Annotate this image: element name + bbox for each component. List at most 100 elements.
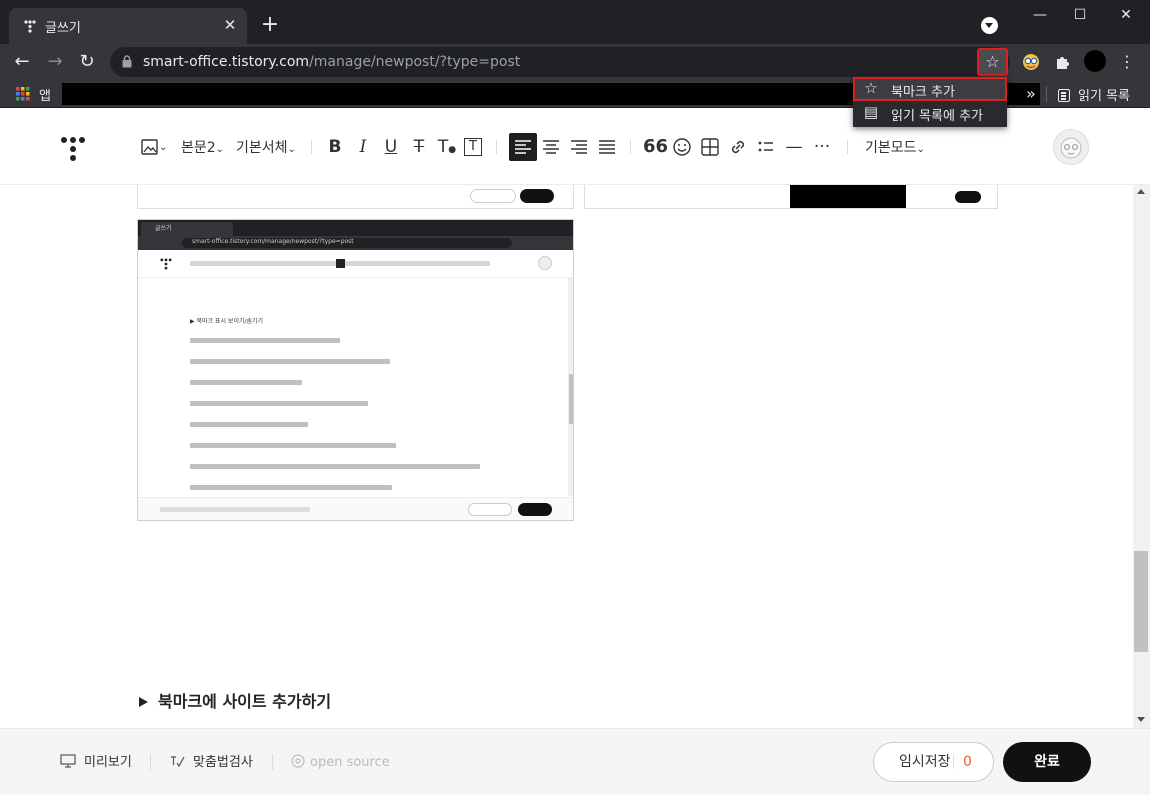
bookmarks-overflow-icon[interactable]: » <box>1026 84 1036 103</box>
user-avatar[interactable] <box>1053 129 1089 165</box>
mini-scrollbar <box>568 278 573 496</box>
mini-toolbar: smart-office.tistory.com/manage/newpost/… <box>138 236 573 250</box>
maximize-button[interactable]: ☐ <box>1065 4 1095 26</box>
embedded-screenshot[interactable]: 글쓰기 smart-office.tistory.com/manage/newp… <box>137 219 574 521</box>
bottom-divider <box>150 754 151 770</box>
toolbar-divider <box>311 140 312 154</box>
url-path: /manage/newpost/?type=post <box>309 54 521 70</box>
mini-bottom-links <box>160 507 310 512</box>
scroll-thumb[interactable] <box>1134 551 1148 652</box>
spellcheck-icon <box>171 756 185 768</box>
new-tab-button[interactable]: + <box>258 14 282 38</box>
extensions-puzzle-icon[interactable] <box>1053 52 1073 72</box>
add-to-reading-list-label: 읽기 목록에 추가 <box>891 109 983 124</box>
publish-button[interactable]: 완료 <box>1003 742 1091 782</box>
mini-align-active <box>336 259 345 268</box>
align-justify-icon[interactable] <box>596 136 618 158</box>
tab-close-icon[interactable]: ✕ <box>221 16 239 34</box>
tab-search-icon[interactable] <box>981 17 998 34</box>
underline-icon[interactable]: U <box>380 136 402 158</box>
italic-icon[interactable]: I <box>352 136 374 158</box>
add-to-reading-list-item[interactable]: ▤ 읽기 목록에 추가 <box>853 101 1007 125</box>
font-family-label: 기본서체 <box>236 140 288 156</box>
close-window-button[interactable]: ✕ <box>1111 4 1141 26</box>
mini-text-line <box>190 422 308 427</box>
avatar-face-icon <box>1060 137 1082 159</box>
scroll-down-icon[interactable] <box>1137 717 1145 722</box>
table-icon[interactable] <box>699 136 721 158</box>
preview-button[interactable]: 미리보기 <box>60 753 132 772</box>
browser-menu-icon[interactable]: ⋮ <box>1113 48 1141 76</box>
mini-text-line <box>190 338 340 343</box>
lock-icon <box>122 55 132 68</box>
divider-icon[interactable]: — <box>783 136 805 158</box>
minimize-button[interactable]: — <box>1025 4 1055 26</box>
bookmark-menu: ☆ 북마크 추가 ▤ 읽기 목록에 추가 <box>853 76 1007 127</box>
text-color-icon[interactable]: T● <box>436 136 458 158</box>
align-center-icon[interactable] <box>540 136 562 158</box>
apps-shortcut[interactable]: 앱 <box>39 85 51 104</box>
extension-character-icon[interactable] <box>1021 52 1041 72</box>
list-icon[interactable] <box>755 136 777 158</box>
reload-icon[interactable]: ↻ <box>73 48 101 76</box>
toolbar-divider <box>847 140 848 154</box>
temp-save-button[interactable]: 임시저장 0 <box>873 742 994 782</box>
mini-logo-icon <box>160 258 172 270</box>
title-bar: 글쓰기 ✕ + — ☐ ✕ <box>0 0 1150 44</box>
previous-image-fragment[interactable] <box>137 185 574 209</box>
image-dropdown-icon[interactable]: ⌄ <box>159 137 167 159</box>
text-background-icon[interactable]: T <box>464 138 482 156</box>
mini-address-bar: smart-office.tistory.com/manage/newpost/… <box>182 238 512 248</box>
browser-toolbar: ← → ↻ smart-office.tistory.com/manage/ne… <box>0 44 1150 80</box>
spellcheck-button[interactable]: 맞춤법검사 <box>169 753 253 772</box>
url-text: smart-office.tistory.com/manage/newpost/… <box>143 54 520 70</box>
mini-text-line <box>190 401 368 406</box>
bookmark-star-button[interactable]: ☆ <box>977 48 1008 76</box>
font-family-select[interactable]: 기본서체⌄ <box>236 137 296 159</box>
editor-mode-label: 기본모드 <box>865 140 917 156</box>
spellcheck-label: 맞춤법검사 <box>193 755 253 770</box>
editor-content[interactable]: 글쓰기 smart-office.tistory.com/manage/newp… <box>0 185 1133 728</box>
more-icon[interactable]: ··· <box>811 136 833 158</box>
forward-icon[interactable]: → <box>41 48 69 76</box>
mini-text-line <box>190 485 392 490</box>
quote-icon[interactable]: 66 <box>643 136 668 158</box>
open-source-link[interactable]: open source <box>290 753 390 772</box>
link-icon[interactable] <box>727 136 749 158</box>
align-left-icon[interactable] <box>512 136 534 158</box>
align-right-icon[interactable] <box>568 136 590 158</box>
browser-tab[interactable]: 글쓰기 ✕ <box>9 8 247 44</box>
apps-grid-icon[interactable] <box>16 87 30 101</box>
scroll-up-icon[interactable] <box>1137 189 1145 194</box>
add-bookmark-label: 북마크 추가 <box>891 85 955 100</box>
mini-text-line <box>190 380 302 385</box>
bold-icon[interactable]: B <box>324 136 346 158</box>
strikethrough-icon[interactable]: T <box>408 136 430 158</box>
mini-editor-toolbar <box>138 250 573 278</box>
paragraph-style-label: 본문2 <box>181 140 216 156</box>
profile-avatar[interactable] <box>1084 50 1106 72</box>
add-bookmark-item[interactable]: ☆ 북마크 추가 <box>853 77 1007 101</box>
address-bar[interactable]: smart-office.tistory.com/manage/newpost/… <box>110 47 1010 77</box>
editor-mode-select[interactable]: 기본모드⌄ <box>865 137 925 159</box>
reading-list-button[interactable]: 읽기 목록 <box>1058 85 1130 104</box>
mini-text-line <box>190 443 396 448</box>
section-heading[interactable]: 북마크에 사이트 추가하기 <box>139 688 331 712</box>
mini-avatar <box>538 256 552 270</box>
preview-label: 미리보기 <box>84 755 132 770</box>
mini-done <box>518 503 552 516</box>
content-scrollbar[interactable] <box>1133 185 1150 728</box>
mini-bottom-bar <box>138 497 573 520</box>
temp-save-divider <box>953 755 954 769</box>
open-source-icon <box>291 754 305 768</box>
mini-title-bar: 글쓰기 <box>138 220 573 236</box>
monitor-icon <box>60 754 76 768</box>
emoji-icon[interactable] <box>671 136 693 158</box>
back-icon[interactable]: ← <box>8 48 36 76</box>
tistory-logo-icon[interactable] <box>60 136 86 162</box>
toolbar-divider <box>630 140 631 154</box>
paragraph-style-select[interactable]: 본문2⌄ <box>181 137 224 159</box>
section-heading-text: 북마크에 사이트 추가하기 <box>158 692 332 711</box>
previous-image-fragment-right[interactable] <box>584 185 998 209</box>
bookmarks-divider <box>1046 86 1047 102</box>
